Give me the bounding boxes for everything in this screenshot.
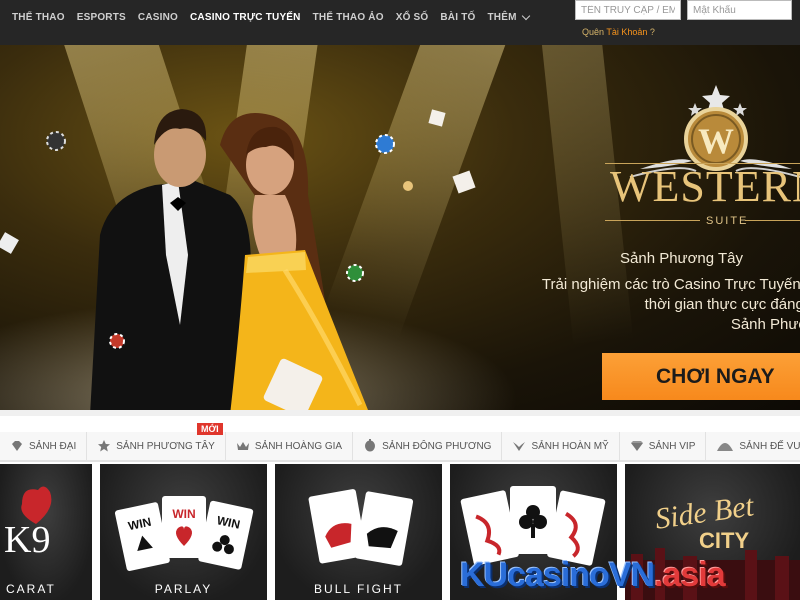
- game-tile-baccarat[interactable]: K9 CARAT: [0, 464, 92, 600]
- main-menu: THỂ THAO ESPORTS CASINO CASINO TRỰC TUYẾ…: [6, 0, 535, 34]
- tab-label: SẢNH HOÀNG GIA: [254, 440, 343, 452]
- tab-sanh-dai[interactable]: SẢNH ĐẠI: [0, 432, 88, 462]
- brand-name: WESTERN: [610, 162, 800, 211]
- win-cards-art: WIN WIN WIN: [114, 496, 254, 571]
- forgot-account-link[interactable]: Tài Khoản: [606, 27, 647, 37]
- bull-cards-art: [308, 489, 414, 566]
- nav-item-label: ESPORTS: [76, 11, 126, 23]
- password-input[interactable]: [687, 0, 792, 20]
- nav-item-casino[interactable]: CASINO: [132, 12, 184, 23]
- card-art: K9: [4, 486, 52, 561]
- city-text: CITY: [699, 528, 749, 553]
- tab-label: SẢNH ĐÔNG PHƯƠNG: [382, 440, 492, 452]
- forgot-account: Quên Tài Khoản ?: [582, 27, 655, 37]
- hero-title: Sảnh Phương Tây: [620, 250, 744, 267]
- watermark-suffix: .asia: [654, 556, 726, 594]
- game-label: BULL FIGHT: [314, 582, 403, 596]
- tab-label: SẢNH ĐẾ VƯƠNG: [739, 440, 800, 452]
- fan-icon: [717, 443, 734, 451]
- western-suite-logo: W: [629, 85, 800, 178]
- brand-divider: [605, 220, 700, 221]
- hero-banner: W WESTERN SUITE Sảnh Phương Tây Trải ngh…: [0, 45, 800, 410]
- lobby-tabs: SẢNH ĐẠI SẢNH PHƯƠNG TÂY SẢNH HOÀNG GIA …: [0, 410, 800, 462]
- lantern-icon: [365, 439, 376, 452]
- nav-item-label: THỂ THAO: [12, 11, 65, 23]
- hero-couple-image: [90, 109, 369, 410]
- tab-label: SẢNH PHƯƠNG TÂY: [116, 440, 215, 452]
- play-now-button[interactable]: CHƠI NGAY: [602, 353, 800, 400]
- logo-letter: W: [698, 121, 734, 161]
- tab-sanh-phuong-tay[interactable]: SẢNH PHƯƠNG TÂY: [87, 432, 226, 462]
- forgot-prefix: Quên: [582, 27, 607, 37]
- chevron-down-icon: [521, 11, 530, 20]
- tab-label: SẢNH HOÀN MỸ: [531, 440, 609, 452]
- nav-item-label: CASINO: [137, 11, 179, 23]
- nav-item-label: BÀI TỐ: [440, 11, 476, 23]
- brand-suite: SUITE: [706, 215, 749, 227]
- nav-item-bai-to[interactable]: BÀI TỐ: [434, 12, 481, 23]
- card-art-text: K9: [4, 519, 50, 561]
- game-tile-bull-fight[interactable]: BULL FIGHT: [275, 464, 442, 600]
- tab-sanh-hoang-gia[interactable]: SẢNH HOÀNG GIA: [225, 432, 354, 462]
- nav-item-the-thao-ao[interactable]: THỂ THAO ẢO: [307, 12, 390, 23]
- gem-icon: [630, 441, 643, 451]
- watermark-main: KUcasinoVN: [460, 556, 655, 594]
- game-label: PARLAY: [154, 582, 213, 596]
- crown-icon: [236, 442, 249, 450]
- hero-description-line: Trải nghiệm các trò Casino Trực Tuyến mớ…: [541, 276, 800, 293]
- star-icon: [98, 440, 111, 452]
- tab-sanh-hoan-my[interactable]: SẢNH HOÀN MỸ: [502, 432, 620, 462]
- nav-item-the-thao[interactable]: THỂ THAO: [6, 12, 71, 23]
- top-navigation: THỂ THAO ESPORTS CASINO CASINO TRỰC TUYẾ…: [0, 0, 800, 45]
- tab-sanh-dong-phuong[interactable]: SẢNH ĐÔNG PHƯƠNG: [353, 432, 503, 462]
- site-watermark: KUcasinoVN.asia: [460, 556, 726, 595]
- nav-item-them[interactable]: THÊM: [481, 11, 534, 23]
- nav-item-label: THÊM: [487, 11, 517, 23]
- card-word: WIN: [172, 507, 195, 521]
- new-badge: MỚI: [197, 423, 223, 435]
- wings-icon: [513, 442, 526, 451]
- nav-item-casino-truc-tuyen[interactable]: CASINO TRỰC TUYẾN: [184, 12, 307, 23]
- hero-description: Trải nghiệm các trò Casino Trực Tuyến mớ…: [458, 275, 800, 335]
- nav-item-esports[interactable]: ESPORTS: [71, 12, 132, 23]
- username-input[interactable]: [575, 0, 681, 20]
- tab-sanh-vip[interactable]: SẢNH VIP: [619, 432, 707, 462]
- nav-item-label: CASINO TRỰC TUYẾN: [190, 11, 301, 23]
- tab-label: SẢNH VIP: [648, 440, 696, 452]
- game-tile-parlay[interactable]: WIN WIN WIN PARLAY: [100, 464, 267, 600]
- game-label: CARAT: [6, 582, 56, 596]
- hero-description-line: Sảnh Phương Tây!: [730, 316, 800, 333]
- page: THỂ THAO ESPORTS CASINO CASINO TRỰC TUYẾ…: [0, 0, 800, 600]
- tab-label: SẢNH ĐẠI: [29, 440, 77, 452]
- forgot-suffix: ?: [647, 27, 655, 37]
- brand-divider: [745, 220, 800, 221]
- nav-item-xo-so[interactable]: XỔ SỐ: [390, 12, 435, 23]
- nav-item-label: THỂ THAO ẢO: [312, 11, 384, 23]
- lobby-tab-row: SẢNH ĐẠI SẢNH PHƯƠNG TÂY SẢNH HOÀNG GIA …: [0, 432, 800, 462]
- nav-item-label: XỔ SỐ: [395, 11, 429, 23]
- login-form: [575, 0, 792, 20]
- hero-description-line: thời gian thực cực đáng trải ngh: [644, 296, 800, 313]
- diamond-icon: [12, 441, 22, 451]
- tab-sanh-de-vuong[interactable]: SẢNH ĐẾ VƯƠNG: [706, 432, 800, 462]
